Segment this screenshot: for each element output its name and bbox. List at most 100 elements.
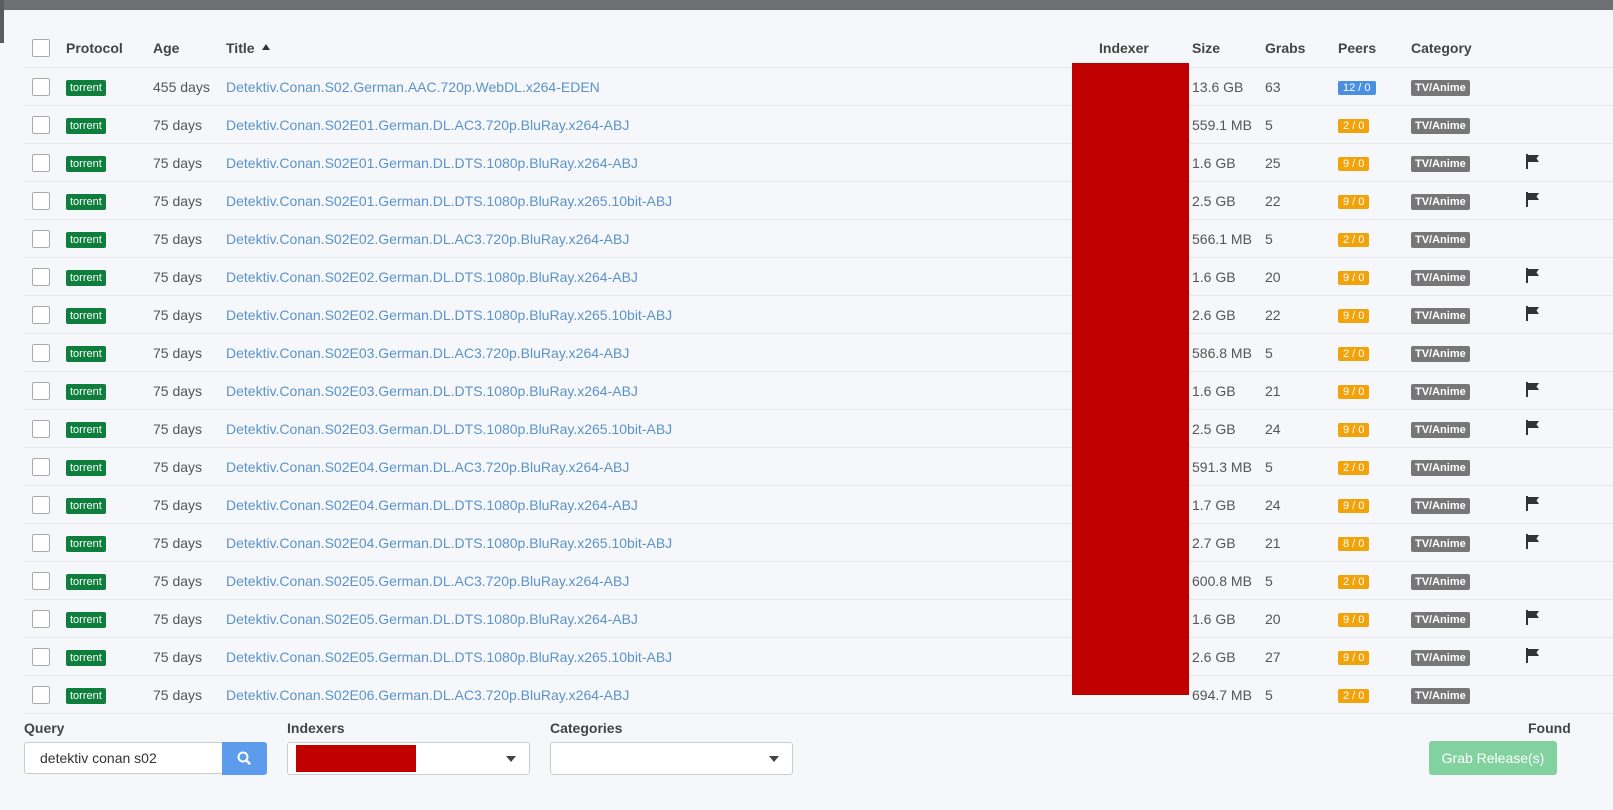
release-title-link[interactable]: Detektiv.Conan.S02E06.German.DL.AC3.720p…: [226, 687, 629, 703]
category-badge: TV/Anime: [1411, 535, 1470, 552]
category-badge: TV/Anime: [1411, 269, 1470, 286]
row-checkbox[interactable]: [32, 381, 50, 400]
peers-badge: 9 / 0: [1338, 651, 1370, 665]
flag-icon[interactable]: [1525, 305, 1541, 321]
category-badge: TV/Anime: [1411, 459, 1470, 476]
release-title-link[interactable]: Detektiv.Conan.S02E02.German.DL.DTS.1080…: [226, 269, 638, 285]
protocol-header[interactable]: Protocol: [66, 29, 153, 68]
actions-cell: [1517, 409, 1613, 448]
release-title-link[interactable]: Detektiv.Conan.S02E03.German.DL.AC3.720p…: [226, 345, 629, 361]
table-row: torrent 75 days Detektiv.Conan.S02E01.Germ…: [24, 105, 1613, 144]
row-checkbox[interactable]: [32, 571, 50, 590]
row-checkbox[interactable]: [32, 229, 50, 248]
release-title-link[interactable]: Detektiv.Conan.S02E04.German.DL.DTS.1080…: [226, 535, 672, 551]
row-checkbox[interactable]: [32, 495, 50, 514]
flag-icon[interactable]: [1525, 647, 1541, 663]
flag-icon[interactable]: [1525, 419, 1541, 435]
title-header[interactable]: Title: [226, 40, 255, 56]
row-checkbox[interactable]: [32, 115, 50, 134]
title-cell: Detektiv.Conan.S02E04.German.DL.AC3.720p…: [226, 447, 1085, 486]
size-cell: 566.1 MB: [1192, 219, 1265, 258]
release-title-link[interactable]: Detektiv.Conan.S02E01.German.DL.DTS.1080…: [226, 193, 672, 209]
flag-icon[interactable]: [1525, 609, 1541, 625]
size-header[interactable]: Size: [1192, 29, 1265, 68]
protocol-cell: torrent: [66, 219, 153, 258]
release-title-link[interactable]: Detektiv.Conan.S02E04.German.DL.AC3.720p…: [226, 459, 629, 475]
grabs-header[interactable]: Grabs: [1265, 29, 1338, 68]
title-header-cell[interactable]: Title: [226, 29, 1085, 68]
protocol-badge: torrent: [66, 687, 106, 704]
protocol-badge: torrent: [66, 155, 106, 172]
peers-cell: 2 / 0: [1338, 675, 1411, 714]
age-header[interactable]: Age: [153, 29, 226, 68]
row-checkbox[interactable]: [32, 191, 50, 210]
table-row: torrent 75 days Detektiv.Conan.S02E06.Germ…: [24, 675, 1613, 714]
age-cell: 75 days: [153, 637, 226, 676]
age-cell: 75 days: [153, 181, 226, 220]
row-checkbox[interactable]: [32, 457, 50, 476]
query-input[interactable]: detektiv conan s02: [24, 742, 222, 774]
actions-cell: [1517, 219, 1613, 258]
release-title-link[interactable]: Detektiv.Conan.S02E05.German.DL.DTS.1080…: [226, 611, 638, 627]
actions-cell: [1517, 447, 1613, 486]
row-checkbox[interactable]: [32, 153, 50, 172]
indexers-select[interactable]: [287, 742, 530, 775]
release-title-link[interactable]: Detektiv.Conan.S02E05.German.DL.AC3.720p…: [226, 573, 629, 589]
row-checkbox[interactable]: [32, 419, 50, 438]
table-row: torrent 75 days Detektiv.Conan.S02E04.Germ…: [24, 447, 1613, 486]
grabs-cell: 27: [1265, 637, 1338, 676]
protocol-cell: torrent: [66, 295, 153, 334]
flag-icon[interactable]: [1525, 533, 1541, 549]
size-cell: 2.5 GB: [1192, 409, 1265, 448]
indexer-selection-redaction: [296, 745, 416, 772]
size-cell: 2.6 GB: [1192, 637, 1265, 676]
row-checkbox[interactable]: [32, 305, 50, 324]
peers-badge: 9 / 0: [1338, 385, 1370, 399]
categories-select[interactable]: [550, 742, 793, 775]
peers-cell: 9 / 0: [1338, 181, 1411, 220]
flag-icon[interactable]: [1525, 153, 1541, 169]
table-row: torrent 75 days Detektiv.Conan.S02E05.Germ…: [24, 561, 1613, 600]
release-title-link[interactable]: Detektiv.Conan.S02E03.German.DL.DTS.1080…: [226, 383, 638, 399]
row-checkbox[interactable]: [32, 533, 50, 552]
row-checkbox[interactable]: [32, 647, 50, 666]
release-title-link[interactable]: Detektiv.Conan.S02E03.German.DL.DTS.1080…: [226, 421, 672, 437]
release-title-link[interactable]: Detektiv.Conan.S02E02.German.DL.DTS.1080…: [226, 307, 672, 323]
release-title-link[interactable]: Detektiv.Conan.S02E01.German.DL.AC3.720p…: [226, 117, 629, 133]
actions-cell: [1517, 143, 1613, 182]
release-title-link[interactable]: Detektiv.Conan.S02E02.German.DL.AC3.720p…: [226, 231, 629, 247]
flag-icon[interactable]: [1525, 381, 1541, 397]
flag-icon[interactable]: [1525, 267, 1541, 283]
row-select-cell: [24, 561, 66, 600]
peers-badge: 2 / 0: [1338, 461, 1370, 475]
release-title-link[interactable]: Detektiv.Conan.S02E04.German.DL.DTS.1080…: [226, 497, 638, 513]
grabs-cell: 5: [1265, 105, 1338, 144]
query-label: Query: [24, 720, 65, 736]
grab-releases-button[interactable]: Grab Release(s): [1429, 741, 1557, 775]
age-cell: 75 days: [153, 409, 226, 448]
grabs-cell: 63: [1265, 67, 1338, 106]
release-title-link[interactable]: Detektiv.Conan.S02E05.German.DL.DTS.1080…: [226, 649, 672, 665]
flag-icon[interactable]: [1525, 495, 1541, 511]
row-select-cell: [24, 523, 66, 562]
flag-icon[interactable]: [1525, 191, 1541, 207]
row-checkbox[interactable]: [32, 609, 50, 628]
table-row: torrent 75 days Detektiv.Conan.S02E01.Germ…: [24, 143, 1613, 182]
grabs-cell: 24: [1265, 409, 1338, 448]
release-title-link[interactable]: Detektiv.Conan.S02E01.German.DL.DTS.1080…: [226, 155, 638, 171]
row-checkbox[interactable]: [32, 685, 50, 704]
peers-header[interactable]: Peers: [1338, 29, 1411, 68]
search-button[interactable]: [222, 742, 267, 775]
row-checkbox[interactable]: [32, 343, 50, 362]
category-cell: TV/Anime: [1411, 447, 1517, 486]
size-cell: 1.6 GB: [1192, 371, 1265, 410]
row-checkbox[interactable]: [32, 267, 50, 286]
row-select-cell: [24, 333, 66, 372]
top-bar: [0, 0, 1613, 10]
category-header[interactable]: Category: [1411, 29, 1517, 68]
select-all-checkbox[interactable]: [32, 39, 50, 58]
indexer-header[interactable]: Indexer: [1085, 29, 1192, 68]
indexer-redaction: [1072, 63, 1189, 695]
release-title-link[interactable]: Detektiv.Conan.S02.German.AAC.720p.WebDL…: [226, 79, 600, 95]
row-checkbox[interactable]: [32, 77, 50, 96]
